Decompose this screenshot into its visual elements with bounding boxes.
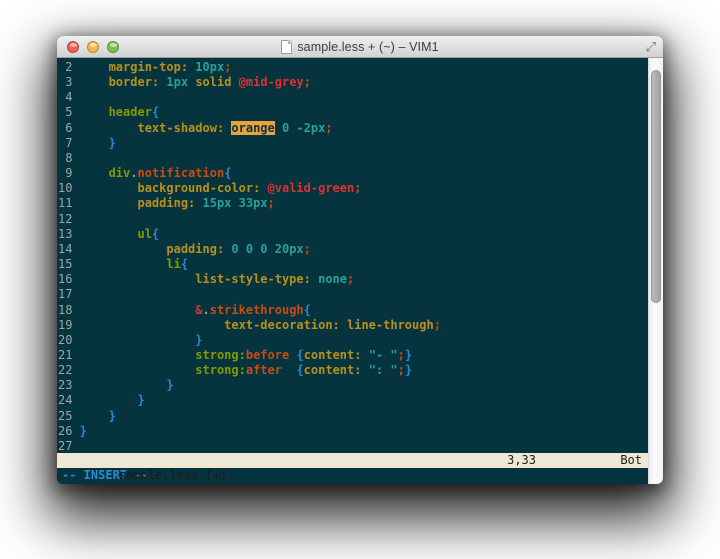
- line-number: 16: [58, 272, 80, 287]
- line-number: 17: [58, 287, 80, 302]
- scrollbar-track[interactable]: [648, 58, 663, 484]
- code-line[interactable]: 16 list-style-type: none;: [57, 272, 648, 287]
- code-line[interactable]: 24 }: [57, 393, 648, 408]
- line-number: 27: [58, 439, 80, 453]
- code-line[interactable]: 5 header{: [57, 105, 648, 120]
- code-line[interactable]: 13 ul{: [57, 227, 648, 242]
- document-icon: [281, 40, 292, 54]
- code-line[interactable]: 27: [57, 439, 648, 453]
- traffic-lights: [67, 36, 119, 58]
- code-line[interactable]: 4: [57, 90, 648, 105]
- statusbar-position: Bot: [620, 453, 642, 468]
- line-number: 5: [58, 105, 80, 120]
- line-number: 15: [58, 257, 80, 272]
- line-number: 10: [58, 181, 80, 196]
- line-number: 25: [58, 409, 80, 424]
- line-number: 20: [58, 333, 80, 348]
- line-number: 24: [58, 393, 80, 408]
- line-number: 8: [58, 151, 80, 166]
- code-line[interactable]: 18 &.strikethrough{: [57, 303, 648, 318]
- code-line[interactable]: 11 padding: 15px 33px;: [57, 196, 648, 211]
- status-bar: sample.less [+] 3,33 Bot: [57, 453, 648, 468]
- code-line[interactable]: 22 strong:after {content: ": ";}: [57, 363, 648, 378]
- line-number: 9: [58, 166, 80, 181]
- line-number: 11: [58, 196, 80, 211]
- line-number: 19: [58, 318, 80, 333]
- line-number: 22: [58, 363, 80, 378]
- code-line[interactable]: 12: [57, 212, 648, 227]
- line-number: 7: [58, 136, 80, 151]
- code-line[interactable]: 10 background-color: @valid-green;: [57, 181, 648, 196]
- code-line[interactable]: 2 margin-top: 10px;: [57, 60, 648, 75]
- title-group: sample.less + (~) – VIM1: [281, 40, 438, 54]
- minimize-button[interactable]: [87, 41, 99, 53]
- code-line[interactable]: 25 }: [57, 409, 648, 424]
- vim-window: sample.less + (~) – VIM1 ⤢ 2 margin-top:…: [57, 36, 663, 484]
- code-line[interactable]: 6 text-shadow: orange 0 -2px;: [57, 121, 648, 136]
- code-line[interactable]: 7 }: [57, 136, 648, 151]
- code-line[interactable]: 3 border: 1px solid @mid-grey;: [57, 75, 648, 90]
- code-line[interactable]: 21 strong:before {content: "- ";}: [57, 348, 648, 363]
- code-line[interactable]: 23 }: [57, 378, 648, 393]
- code-line[interactable]: 17: [57, 287, 648, 302]
- fullscreen-icon[interactable]: ⤢: [646, 39, 656, 55]
- code-line[interactable]: 19 text-decoration: line-through;: [57, 318, 648, 333]
- code-editor[interactable]: 2 margin-top: 10px;3 border: 1px solid @…: [57, 58, 648, 453]
- line-number: 6: [58, 121, 80, 136]
- code-line[interactable]: 9 div.notification{: [57, 166, 648, 181]
- editor-column: 2 margin-top: 10px;3 border: 1px solid @…: [57, 58, 648, 484]
- title-bar[interactable]: sample.less + (~) – VIM1 ⤢: [57, 36, 663, 58]
- scrollbar-thumb[interactable]: [651, 70, 661, 303]
- statusbar-filename: sample.less [+]: [119, 468, 227, 482]
- line-number: 26: [58, 424, 80, 439]
- line-number: 13: [58, 227, 80, 242]
- line-number: 4: [58, 90, 80, 105]
- code-line[interactable]: 14 padding: 0 0 0 20px;: [57, 242, 648, 257]
- line-number: 2: [58, 60, 80, 75]
- line-number: 12: [58, 212, 80, 227]
- line-number: 14: [58, 242, 80, 257]
- window-title: sample.less + (~) – VIM1: [297, 40, 438, 54]
- code-line[interactable]: 15 li{: [57, 257, 648, 272]
- code-line[interactable]: 20 }: [57, 333, 648, 348]
- line-number: 18: [58, 303, 80, 318]
- code-lines: 2 margin-top: 10px;3 border: 1px solid @…: [57, 60, 648, 453]
- close-button[interactable]: [67, 41, 79, 53]
- window-content: 2 margin-top: 10px;3 border: 1px solid @…: [57, 58, 663, 484]
- zoom-button[interactable]: [107, 41, 119, 53]
- line-number: 21: [58, 348, 80, 363]
- code-line[interactable]: 8: [57, 151, 648, 166]
- statusbar-ruler: 3,33: [507, 453, 536, 468]
- line-number: 23: [58, 378, 80, 393]
- code-line[interactable]: 26}: [57, 424, 648, 439]
- line-number: 3: [58, 75, 80, 90]
